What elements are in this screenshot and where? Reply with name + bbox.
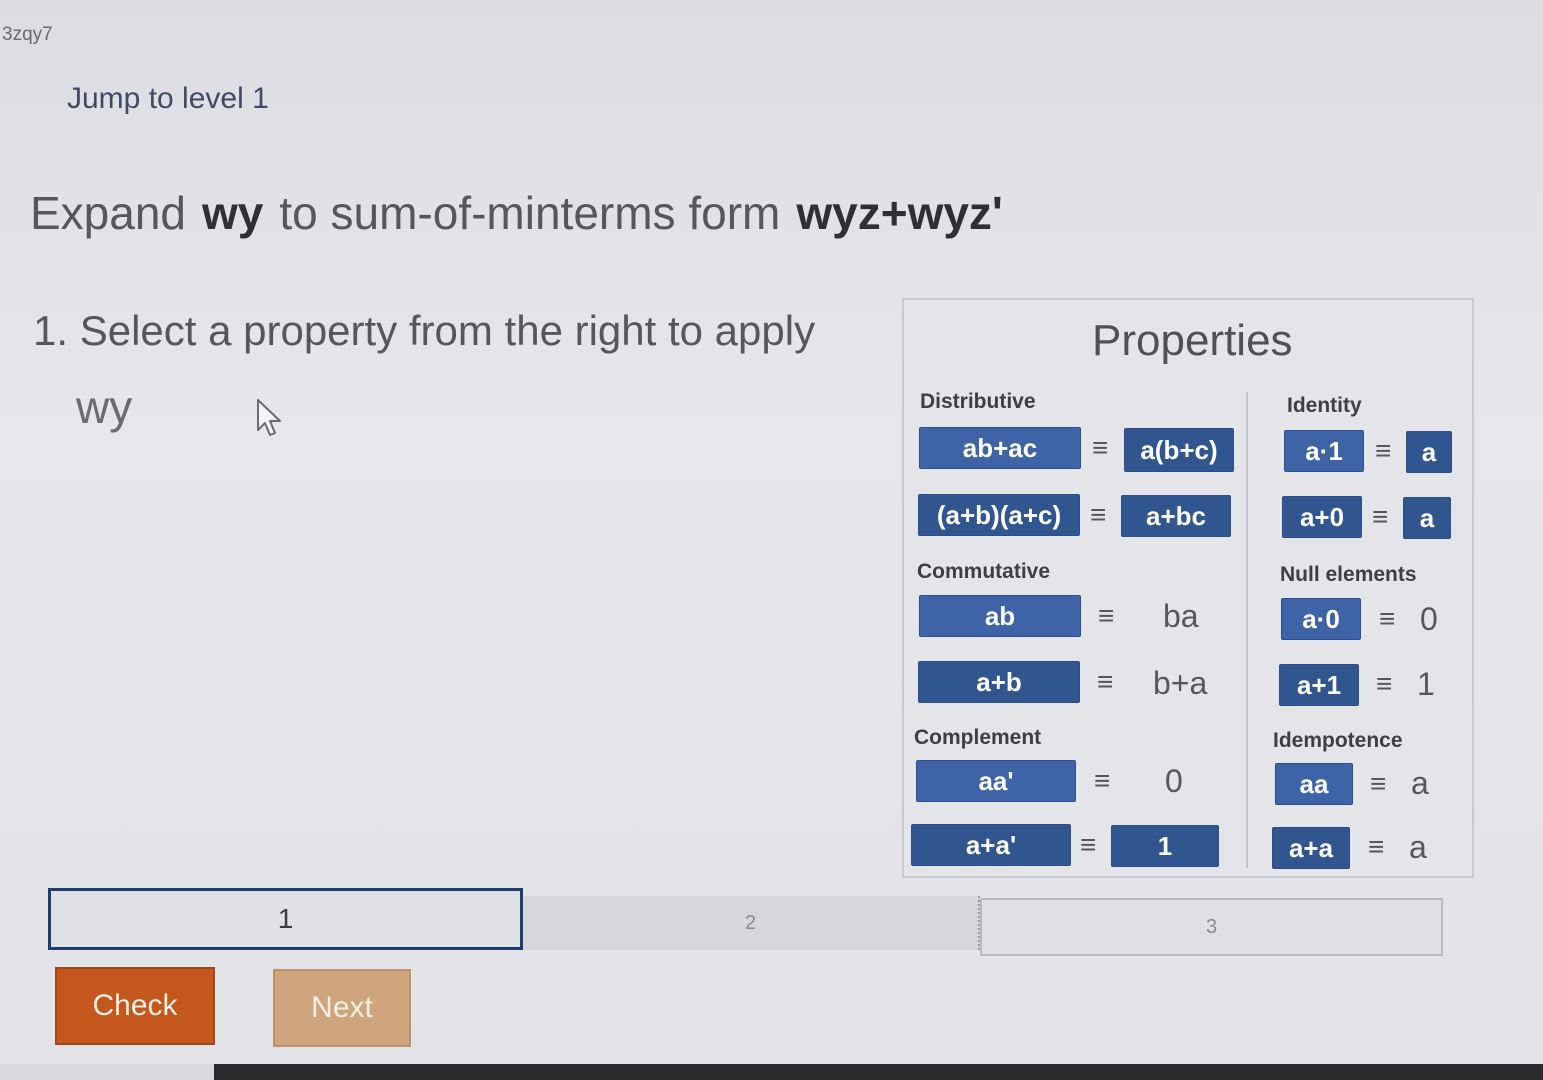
equiv-symbol: ≡ <box>1375 435 1392 466</box>
property-commutative-1-left[interactable]: ab <box>919 595 1081 637</box>
next-button[interactable]: Next <box>273 969 411 1047</box>
heading-expr: wy <box>202 187 264 239</box>
property-complement-1-right: 0 <box>1165 763 1183 799</box>
property-idempotence-2-left[interactable]: a+a <box>1272 827 1350 869</box>
category-null-elements: Null elements <box>1280 563 1417 586</box>
property-null-1-right: 0 <box>1420 601 1438 637</box>
property-null-1-left[interactable]: a·0 <box>1281 598 1361 640</box>
category-commutative: Commutative <box>917 560 1051 583</box>
equiv-symbol: ≡ <box>1379 603 1396 634</box>
property-idempotence-2-right: a <box>1409 829 1427 865</box>
step-instruction: 1. Select a property from the right to a… <box>33 307 816 354</box>
equiv-symbol: ≡ <box>1080 829 1097 860</box>
screen-bottom-bezel <box>0 1064 1543 1080</box>
heading-middle: to sum-of-minterms form <box>279 187 781 239</box>
equiv-symbol: ≡ <box>1368 831 1385 862</box>
current-expression: wy <box>76 381 133 433</box>
property-complement-2-right[interactable]: 1 <box>1111 825 1219 867</box>
heading-prefix: Expand <box>30 187 187 239</box>
property-identity-1-right[interactable]: a <box>1406 431 1452 473</box>
category-distributive: Distributive <box>920 390 1036 413</box>
equiv-symbol: ≡ <box>1094 765 1111 796</box>
problem-heading: Expand wy to sum-of-minterms form wyz+wyz' <box>30 186 1003 240</box>
property-identity-1-left[interactable]: a·1 <box>1284 430 1364 472</box>
equiv-symbol: ≡ <box>1098 600 1115 631</box>
property-identity-2-left[interactable]: a+0 <box>1282 496 1362 538</box>
category-identity: Identity <box>1287 394 1362 417</box>
property-distributive-1-left[interactable]: ab+ac <box>919 427 1081 469</box>
level-progress-bar: 1 2 3 <box>48 888 1443 956</box>
property-complement-2-left[interactable]: a+a' <box>911 824 1071 866</box>
check-button[interactable]: Check <box>55 967 215 1045</box>
property-identity-2-right[interactable]: a <box>1403 497 1451 539</box>
property-commutative-2-right: b+a <box>1153 665 1208 701</box>
heading-target: wyz+wyz' <box>796 187 1003 239</box>
properties-divider <box>1246 392 1248 868</box>
equiv-symbol: ≡ <box>1376 668 1393 699</box>
mouse-cursor-icon <box>256 398 286 443</box>
property-distributive-2-right[interactable]: a+bc <box>1121 495 1231 537</box>
properties-title: Properties <box>1092 316 1293 365</box>
equiv-symbol: ≡ <box>1090 499 1107 530</box>
equiv-symbol: ≡ <box>1370 768 1387 799</box>
screen-bottom-bezel-left <box>0 1064 214 1080</box>
category-complement: Complement <box>914 726 1042 749</box>
category-idempotence: Idempotence <box>1273 729 1403 752</box>
property-commutative-2-left[interactable]: a+b <box>918 661 1080 703</box>
progress-step-3[interactable]: 3 <box>980 898 1443 956</box>
equiv-symbol: ≡ <box>1372 501 1389 532</box>
property-null-2-right: 1 <box>1417 666 1435 702</box>
equiv-symbol: ≡ <box>1097 666 1114 697</box>
progress-step-1[interactable]: 1 <box>48 888 523 950</box>
property-complement-1-left[interactable]: aa' <box>916 760 1076 802</box>
progress-step-2[interactable]: 2 <box>523 896 980 950</box>
jump-to-level-link[interactable]: Jump to level 1 <box>67 82 269 116</box>
activity-id: 3zqy7 <box>2 24 53 45</box>
property-null-2-left[interactable]: a+1 <box>1279 664 1359 706</box>
property-idempotence-1-right: a <box>1411 765 1429 801</box>
equiv-symbol: ≡ <box>1092 432 1109 463</box>
property-idempotence-1-left[interactable]: aa <box>1275 763 1353 805</box>
property-distributive-1-right[interactable]: a(b+c) <box>1124 428 1234 472</box>
property-commutative-1-right: ba <box>1163 598 1199 634</box>
property-distributive-2-left[interactable]: (a+b)(a+c) <box>918 494 1080 536</box>
